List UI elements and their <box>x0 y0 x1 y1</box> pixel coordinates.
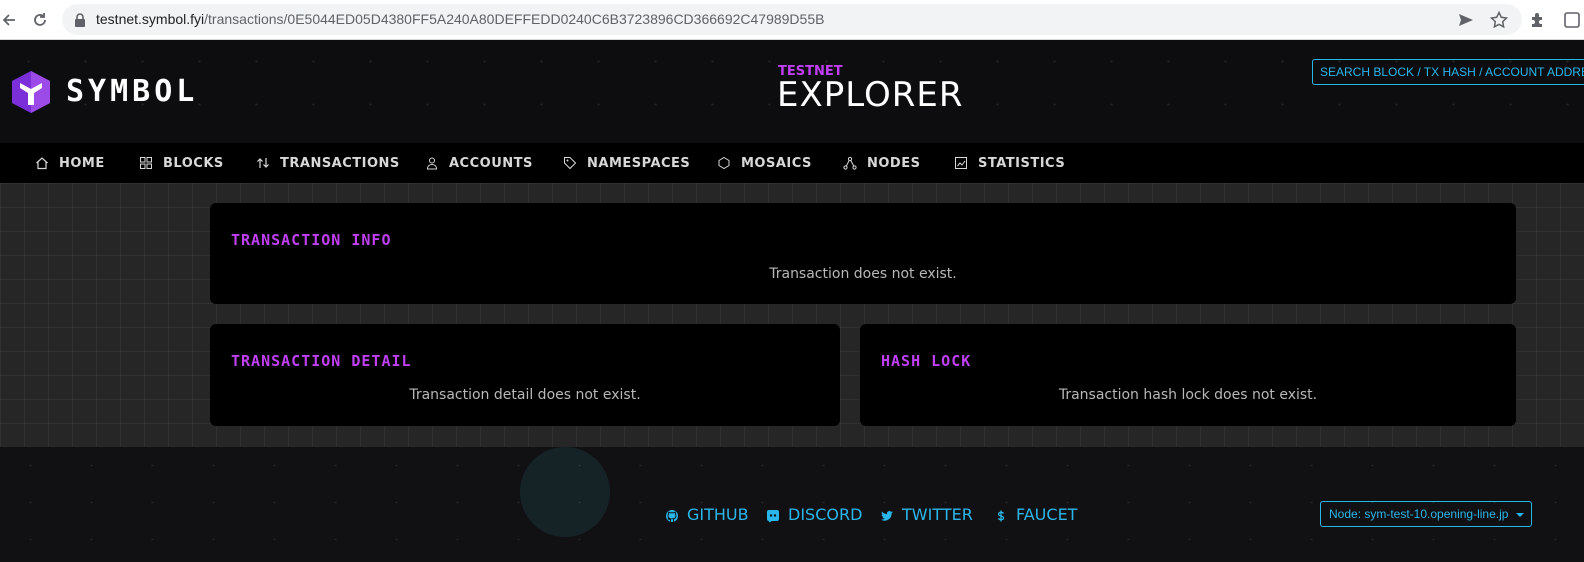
github-icon <box>665 508 679 522</box>
nav-item-blocks[interactable]: BLOCKS <box>139 143 224 183</box>
site-header: SYMBOL TESTNET EXPLORER SEARCH BLOCK / T… <box>0 40 1584 143</box>
hash-lock-card: HASH LOCK Transaction hash lock does not… <box>860 324 1516 426</box>
site-footer: GITHUB DISCORD TWITTER FAUCET Node: sym-… <box>0 447 1584 562</box>
nav-label: MOSAICS <box>741 155 812 171</box>
footer-link-twitter[interactable]: TWITTER <box>880 505 973 525</box>
side-panel-icon[interactable] <box>1560 10 1584 30</box>
browser-toolbar: testnet.symbol.fyi/transactions/0E5044ED… <box>0 0 1584 40</box>
card-title: TRANSACTION INFO <box>231 231 392 249</box>
nav-item-nodes[interactable]: NODES <box>843 143 920 183</box>
footer-link-label: TWITTER <box>902 505 973 524</box>
transaction-info-card: TRANSACTION INFO Transaction does not ex… <box>210 203 1516 304</box>
send-icon[interactable] <box>1456 10 1476 30</box>
nav-label: NAMESPACES <box>587 155 691 171</box>
nav-item-home[interactable]: HOME <box>35 143 105 183</box>
transaction-detail-card: TRANSACTION DETAIL Transaction detail do… <box>210 324 840 426</box>
nav-item-mosaics[interactable]: MOSAICS <box>717 143 812 183</box>
discord-icon <box>766 508 780 523</box>
extensions-icon[interactable] <box>1528 10 1548 30</box>
twitter-icon <box>880 508 894 522</box>
card-title: TRANSACTION DETAIL <box>231 352 412 370</box>
empty-message: Transaction hash lock does not exist. <box>1058 387 1318 403</box>
accounts-icon <box>425 156 439 170</box>
footer-link-label: FAUCET <box>1016 505 1078 524</box>
footer-link-github[interactable]: GITHUB <box>665 505 749 525</box>
star-icon[interactable] <box>1489 10 1509 30</box>
url-text[interactable]: testnet.symbol.fyi/transactions/0E5044ED… <box>96 10 824 29</box>
nav-label: BLOCKS <box>163 155 224 171</box>
page-title: EXPLORER <box>777 75 964 115</box>
mosaic-icon <box>717 156 731 170</box>
nav-item-namespaces[interactable]: NAMESPACES <box>563 143 690 183</box>
logo-wordmark[interactable]: SYMBOL <box>66 74 198 110</box>
url-path: /transactions/0E5044ED05D4380FF5A240A80D… <box>204 11 825 27</box>
main-content: TRANSACTION INFO Transaction does not ex… <box>0 183 1584 447</box>
nav-label: TRANSACTIONS <box>280 155 400 171</box>
footer-link-label: GITHUB <box>687 505 749 524</box>
nav-label: NODES <box>867 155 921 171</box>
tag-icon <box>563 156 577 170</box>
footer-link-discord[interactable]: DISCORD <box>766 505 862 525</box>
search-input[interactable]: SEARCH BLOCK / TX HASH / ACCOUNT ADDRESS <box>1312 59 1584 85</box>
chart-icon <box>954 156 968 170</box>
nav-label: HOME <box>59 155 105 171</box>
card-title: HASH LOCK <box>881 352 972 370</box>
nav-item-accounts[interactable]: ACCOUNTS <box>425 143 533 183</box>
nav-label: STATISTICS <box>978 155 1066 171</box>
address-bar[interactable]: testnet.symbol.fyi/transactions/0E5044ED… <box>62 4 1522 35</box>
nav-item-statistics[interactable]: STATISTICS <box>954 143 1065 183</box>
node-selector-value: Node: sym-test-10.opening-line.jp <box>1329 507 1509 521</box>
nodes-icon <box>843 156 857 170</box>
empty-message: Transaction does not exist. <box>769 266 957 282</box>
url-host: testnet.symbol.fyi <box>96 11 205 27</box>
nav-label: ACCOUNTS <box>449 155 533 171</box>
main-navigation: HOME BLOCKS TRANSACTIONS ACCOUNTS NAMESP… <box>0 143 1584 183</box>
symbol-logo-icon[interactable] <box>8 69 54 115</box>
transactions-icon <box>256 156 270 170</box>
footer-link-faucet[interactable]: FAUCET <box>994 505 1077 525</box>
nav-item-transactions[interactable]: TRANSACTIONS <box>256 143 400 183</box>
caret-down-icon <box>1516 513 1524 517</box>
blocks-icon <box>139 156 153 170</box>
empty-message: Transaction detail does not exist. <box>409 387 641 403</box>
node-selector-dropdown[interactable]: Node: sym-test-10.opening-line.jp <box>1320 501 1532 527</box>
back-icon[interactable] <box>0 10 20 30</box>
home-icon <box>35 156 49 170</box>
reload-icon[interactable] <box>30 10 50 30</box>
footer-link-label: DISCORD <box>788 505 863 524</box>
lock-icon[interactable] <box>74 12 86 27</box>
dollar-icon <box>994 508 1008 522</box>
